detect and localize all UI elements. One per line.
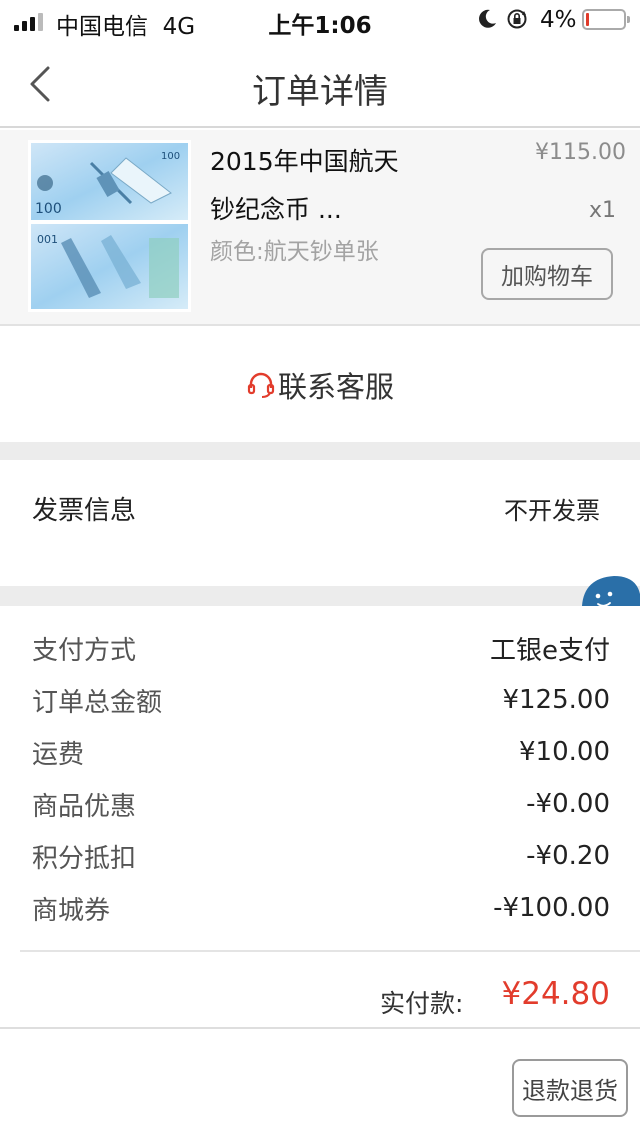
- product-price: ¥115.00: [535, 140, 626, 165]
- product-quantity: x1: [588, 198, 616, 223]
- refund-return-button[interactable]: 退款退货: [512, 1059, 628, 1117]
- row-label: 运费: [32, 739, 85, 770]
- contact-service-label: 联系客服: [277, 370, 394, 404]
- section-divider: [0, 442, 640, 460]
- row-value: ¥125.00: [502, 685, 610, 715]
- battery-icon: [582, 9, 630, 30]
- order-total-row: 订单总金额 ¥125.00: [32, 677, 610, 723]
- discount-row: 商品优惠 -¥0.00: [32, 781, 610, 827]
- page-title: 订单详情: [252, 72, 388, 112]
- svg-text:001: 001: [37, 233, 58, 246]
- shipping-row: 运费 ¥10.00: [32, 729, 610, 775]
- product-thumbnail[interactable]: 100 100 001: [28, 140, 191, 312]
- svg-text:100: 100: [161, 151, 180, 162]
- battery-percent: 4%: [540, 7, 577, 33]
- status-bar: 中国电信 4G 上午1:06 4%: [0, 0, 640, 40]
- row-label: 订单总金额: [32, 687, 163, 718]
- row-value: -¥0.00: [526, 789, 610, 819]
- invoice-label: 发票信息: [32, 496, 137, 526]
- product-spec: 颜色:航天钞单张: [210, 239, 379, 265]
- payment-method-row: 支付方式 工银e支付: [32, 625, 610, 671]
- nav-bar: 订单详情: [0, 40, 640, 128]
- invoice-row[interactable]: 发票信息 不开发票: [0, 460, 640, 586]
- rotation-lock-icon: [507, 9, 527, 29]
- row-value: ¥10.00: [519, 737, 610, 767]
- amount-paid-value: ¥24.80: [501, 976, 610, 1012]
- row-label: 积分抵扣: [32, 843, 137, 874]
- section-divider: [0, 586, 640, 606]
- row-label: 商城券: [32, 895, 111, 926]
- invoice-value: 不开发票: [504, 497, 600, 525]
- contact-service-row[interactable]: 联系客服: [0, 326, 640, 442]
- add-to-cart-button[interactable]: 加购物车: [481, 248, 613, 300]
- product-name[interactable]: 2015年中国航天钞纪念币 ...: [210, 138, 410, 234]
- product-item[interactable]: 100 100 001 2015年中国航天钞纪念币 ... 颜色:航天钞单张 ¥…: [0, 130, 640, 326]
- moon-icon: [479, 9, 496, 28]
- amount-paid-row: 实付款: ¥24.80: [0, 952, 640, 1028]
- points-deduction-row: 积分抵扣 -¥0.20: [32, 833, 610, 879]
- row-label: 支付方式: [32, 635, 137, 666]
- amount-paid-label: 实付款:: [380, 989, 464, 1018]
- row-value: 工银e支付: [490, 635, 610, 666]
- payment-details: 支付方式 工银e支付 订单总金额 ¥125.00 运费 ¥10.00 商品优惠 …: [0, 606, 640, 950]
- divider: [0, 1027, 640, 1029]
- row-label: 商品优惠: [32, 791, 137, 822]
- row-value: -¥0.20: [526, 841, 610, 871]
- contact-service-button[interactable]: 联系客服: [246, 364, 394, 406]
- svg-text:100: 100: [35, 201, 62, 217]
- coupon-row: 商城券 -¥100.00: [32, 885, 610, 931]
- row-value: -¥100.00: [493, 893, 610, 923]
- headset-icon: [247, 372, 275, 398]
